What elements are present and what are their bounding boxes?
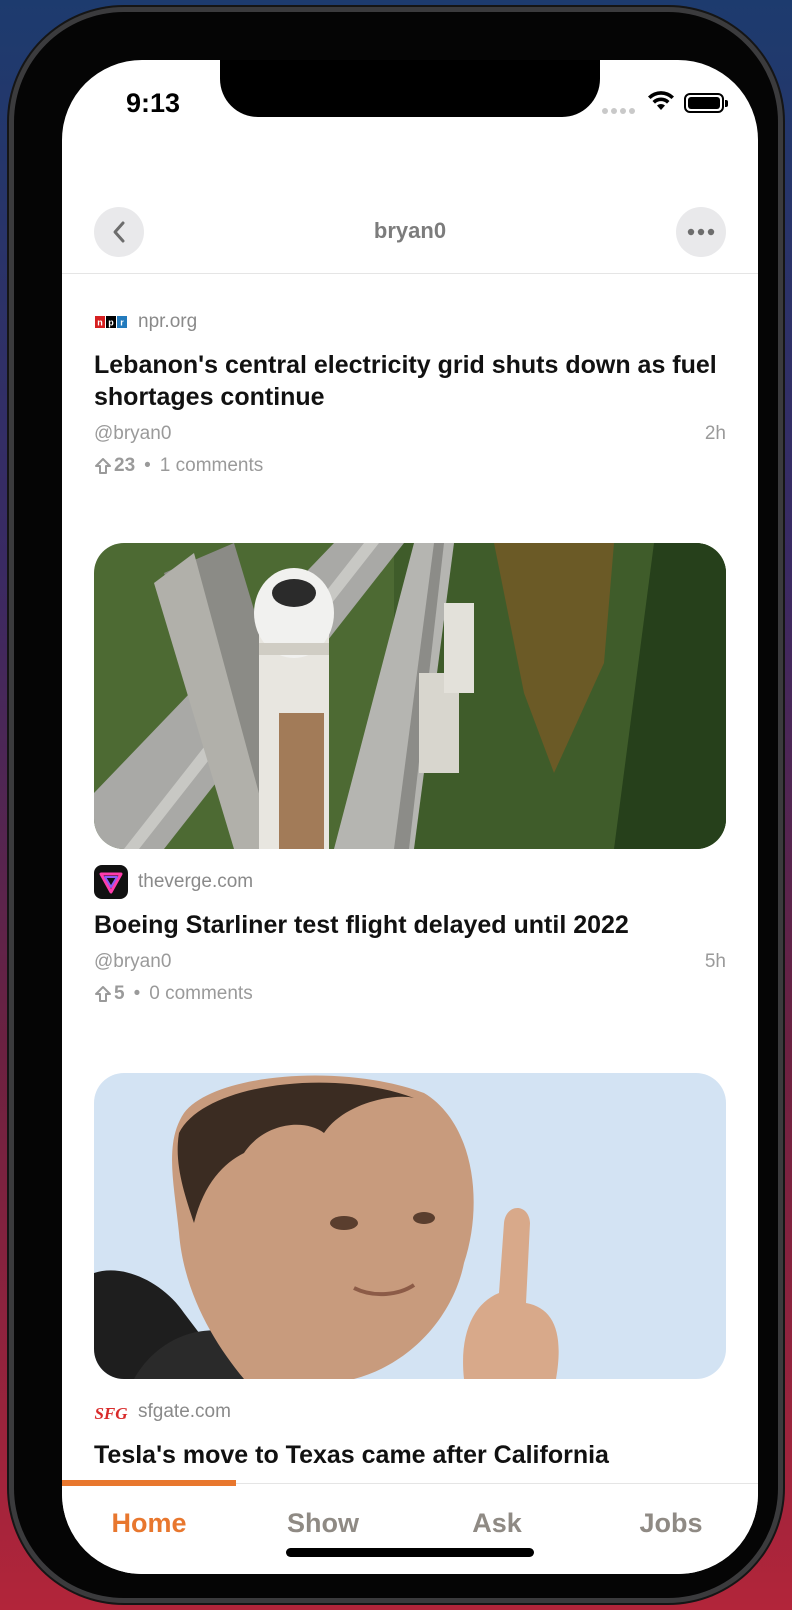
story-author[interactable]: @bryan0 bbox=[94, 423, 171, 445]
status-time: 9:13 bbox=[126, 88, 181, 118]
separator-dot: • bbox=[144, 455, 151, 476]
upvote-icon[interactable] bbox=[94, 985, 112, 1003]
tab-home[interactable]: Home bbox=[62, 1508, 236, 1539]
ellipsis-icon bbox=[687, 228, 715, 236]
story-source: n p r npr.org bbox=[94, 305, 726, 339]
svg-text:n: n bbox=[97, 318, 103, 328]
story-image-portrait[interactable] bbox=[94, 1073, 726, 1379]
phone-frame: 9:13 bryan0 n p r npr.org Lebanon's cent… bbox=[14, 12, 778, 1598]
app-screen: 9:13 bryan0 n p r npr.org Lebanon's cent… bbox=[62, 60, 758, 1574]
wifi-icon bbox=[648, 91, 674, 110]
story-comments[interactable]: 0 comments bbox=[149, 983, 252, 1005]
svg-text:p: p bbox=[108, 318, 114, 328]
npr-logo-icon: n p r bbox=[94, 305, 128, 339]
separator-dot: • bbox=[133, 983, 141, 1004]
verge-logo-icon bbox=[94, 865, 128, 899]
tab-jobs[interactable]: Jobs bbox=[584, 1508, 758, 1539]
source-domain[interactable]: npr.org bbox=[138, 311, 197, 333]
home-indicator[interactable] bbox=[286, 1548, 534, 1557]
story-source: theverge.com bbox=[94, 865, 726, 899]
battery-icon bbox=[684, 93, 728, 113]
story-comments[interactable]: 1 comments bbox=[160, 455, 263, 477]
source-domain[interactable]: sfgate.com bbox=[138, 1401, 231, 1423]
story-title[interactable]: Tesla's move to Texas came after Califor… bbox=[94, 1439, 726, 1471]
story-stats: 23 • 1 comments bbox=[94, 455, 726, 477]
source-domain[interactable]: theverge.com bbox=[138, 871, 253, 893]
story-feed[interactable]: n p r npr.org Lebanon's central electric… bbox=[62, 275, 758, 1483]
story-item[interactable]: n p r npr.org Lebanon's central electric… bbox=[94, 305, 726, 477]
story-image-rocket[interactable] bbox=[94, 543, 726, 849]
story-points: 23 bbox=[114, 455, 136, 476]
story-title[interactable]: Boeing Starliner test flight delayed unt… bbox=[94, 909, 726, 941]
story-meta: @bryan0 2h bbox=[94, 423, 726, 445]
story-age: 5h bbox=[704, 951, 726, 972]
upvote-icon[interactable] bbox=[94, 457, 112, 475]
sfgate-logo-text: SFG bbox=[94, 1404, 128, 1423]
story-author[interactable]: @bryan0 bbox=[94, 951, 171, 973]
story-points: 5 bbox=[114, 983, 125, 1004]
story-source: SFG sfgate.com bbox=[94, 1395, 726, 1429]
story-age: 2h bbox=[704, 423, 726, 444]
more-options-button[interactable] bbox=[676, 207, 726, 257]
navigation-bar: bryan0 bbox=[62, 156, 758, 274]
sfgate-logo-icon: SFG bbox=[94, 1395, 128, 1429]
page-title: bryan0 bbox=[373, 218, 447, 243]
story-meta: @bryan0 5h bbox=[94, 951, 726, 973]
story-item[interactable]: theverge.com Boeing Starliner test fligh… bbox=[94, 543, 726, 1005]
tab-ask[interactable]: Ask bbox=[410, 1508, 584, 1539]
svg-text:r: r bbox=[120, 318, 124, 328]
story-stats: 5 • 0 comments bbox=[94, 983, 726, 1005]
tab-bar: Home Show Ask Jobs bbox=[62, 1480, 758, 1574]
story-item[interactable]: SFG sfgate.com Tesla's move to Texas cam… bbox=[94, 1073, 726, 1471]
story-title[interactable]: Lebanon's central electricity grid shuts… bbox=[94, 349, 726, 413]
tab-active-indicator bbox=[62, 1480, 236, 1486]
tab-show[interactable]: Show bbox=[236, 1508, 410, 1539]
device-notch bbox=[220, 60, 600, 117]
cellular-icon bbox=[602, 108, 635, 114]
